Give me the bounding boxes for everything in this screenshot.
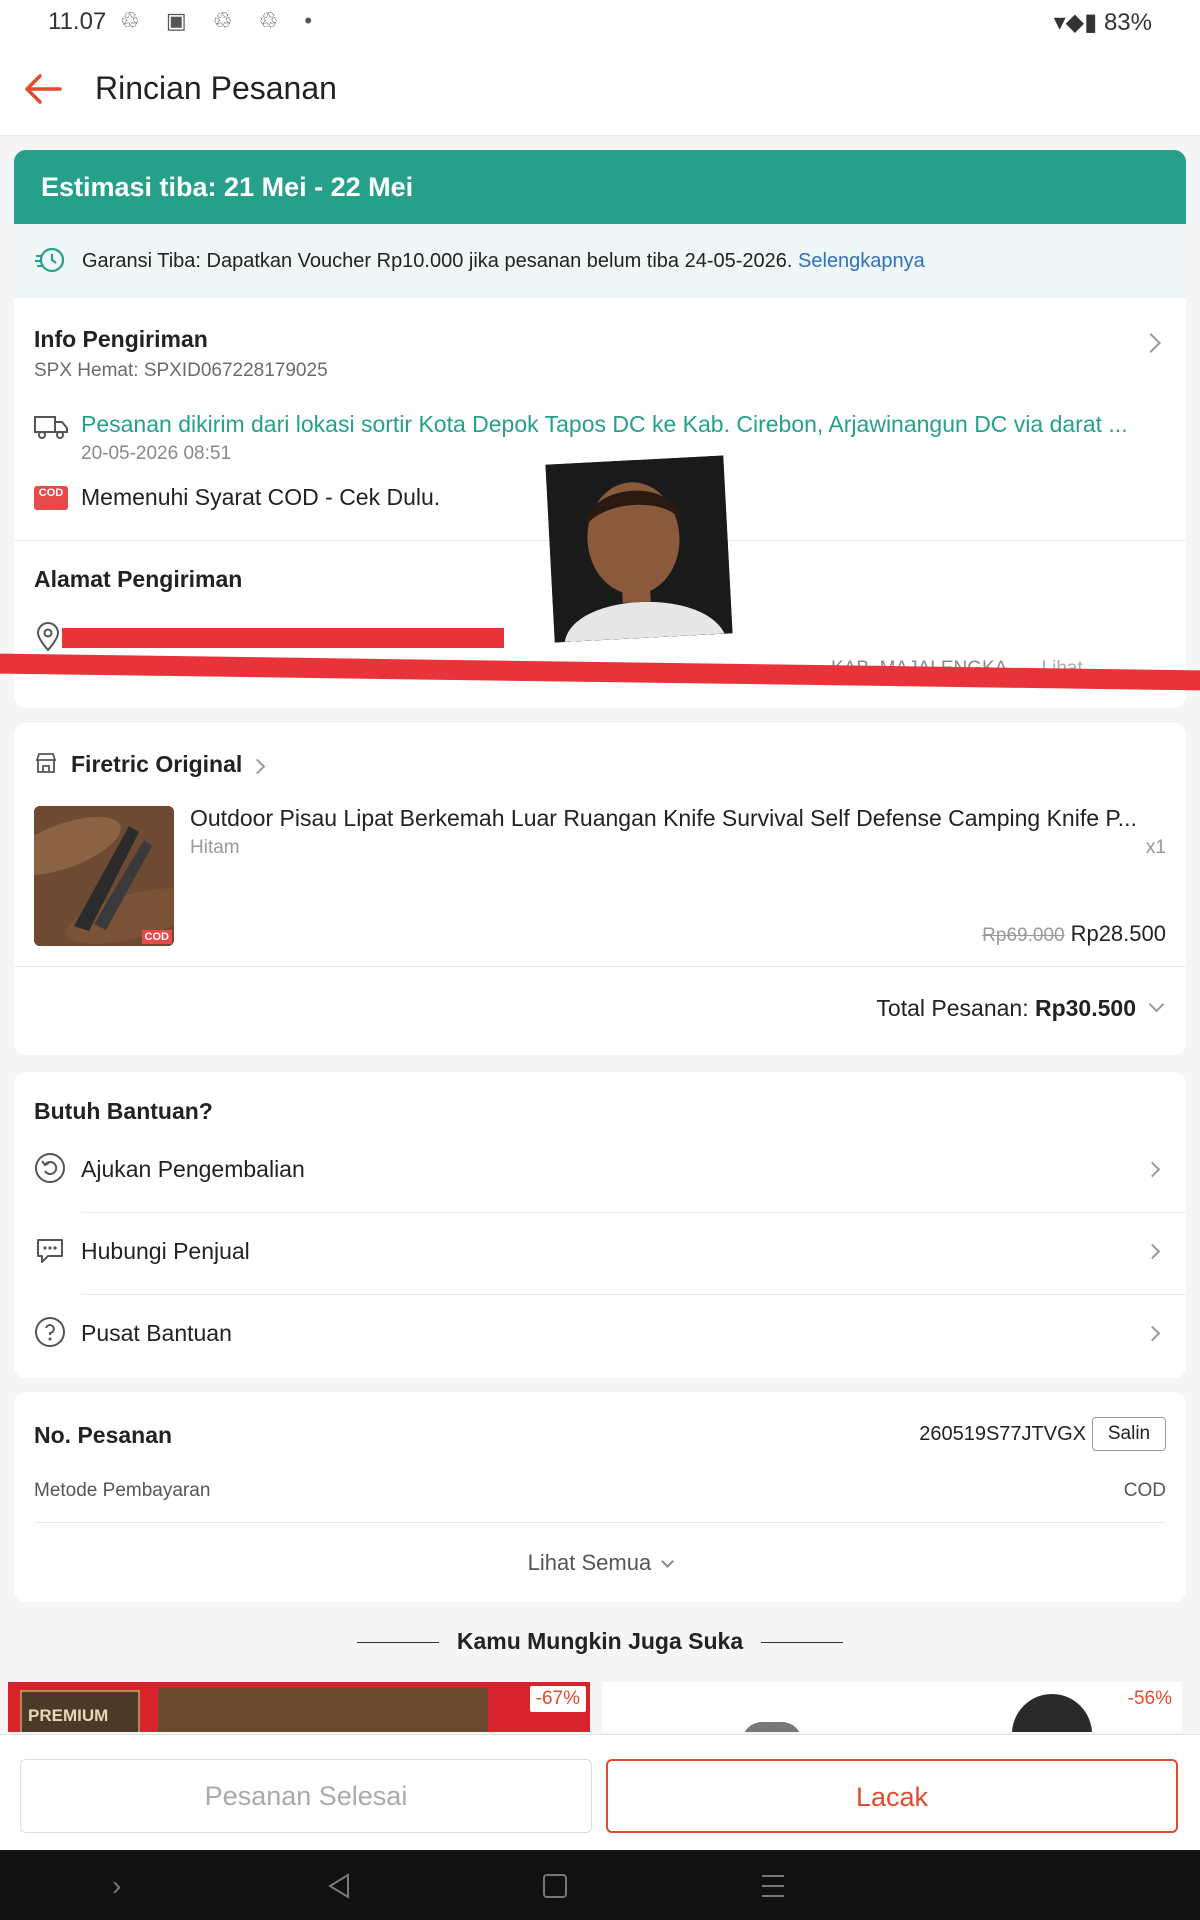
- see-all-button[interactable]: Lihat Semua: [14, 1550, 1186, 1576]
- chevron-right-icon[interactable]: ›: [112, 1870, 121, 1902]
- system-navigation-bar: ›: [0, 1850, 1200, 1920]
- question-icon: [35, 1317, 65, 1347]
- chevron-right-icon: [1144, 1161, 1161, 1178]
- menu-lines-icon[interactable]: [760, 1872, 786, 1900]
- address-title: Alamat Pengiriman: [34, 566, 243, 592]
- product-name[interactable]: Outdoor Pisau Lipat Berkemah Luar Ruanga…: [190, 805, 1170, 832]
- status-right: ▾◆▮ 83%: [1054, 8, 1152, 37]
- shipping-status[interactable]: Pesanan dikirim dari lokasi sortir Kota …: [81, 411, 1171, 438]
- help-item-label: Pusat Bantuan: [81, 1320, 232, 1346]
- divider: [761, 1642, 844, 1644]
- product-price: Rp69.000 Rp28.500: [982, 921, 1166, 947]
- discount-badge: -67%: [529, 1686, 586, 1712]
- location-pin-icon: [36, 622, 60, 652]
- product-image[interactable]: COD: [34, 806, 174, 946]
- order-info-card: No. Pesanan 260519S77JTVGX Salin Metode …: [14, 1392, 1186, 1602]
- order-number-label: No. Pesanan: [34, 1422, 173, 1448]
- original-price: Rp69.000: [982, 925, 1065, 946]
- product-variant: Hitam: [190, 837, 240, 858]
- divider: [34, 1522, 1166, 1523]
- premium-tag: PREMIUM: [20, 1690, 140, 1732]
- help-card: Butuh Bantuan? Ajukan Pengembalian Hubun…: [14, 1072, 1186, 1378]
- help-item-chat-seller[interactable]: Hubungi Penjual: [14, 1210, 1186, 1292]
- recommendation-title: Kamu Mungkin Juga Suka: [456, 1628, 744, 1654]
- sale-price: Rp28.500: [1070, 921, 1166, 946]
- recommended-product[interactable]: PREMIUM -67%: [8, 1682, 590, 1732]
- track-button[interactable]: Lacak: [606, 1759, 1178, 1833]
- see-all-label: Lihat Semua: [527, 1550, 652, 1575]
- chevron-right-icon: [1144, 1325, 1161, 1342]
- help-item-label: Hubungi Penjual: [81, 1238, 250, 1264]
- knife-product-icon: [34, 806, 174, 946]
- shop-name[interactable]: Firetric Original: [71, 751, 242, 778]
- product-thumbnail: [158, 1688, 488, 1732]
- payment-method-label: Metode Pembayaran: [34, 1480, 211, 1501]
- clock-guarantee-icon: [35, 247, 65, 273]
- product-thumbnail: [1012, 1694, 1092, 1732]
- chat-icon: [37, 1239, 63, 1263]
- bottom-action-bar: Pesanan Selesai Lacak: [0, 1734, 1200, 1850]
- face-photo-icon: [545, 455, 733, 643]
- overlay-photo-sticker: [545, 455, 733, 643]
- order-number: 260519S77JTVGX: [919, 1423, 1086, 1445]
- arrival-guarantee: Garansi Tiba: Dapatkan Voucher Rp10.000 …: [14, 224, 1186, 298]
- order-total-label: Total Pesanan:: [876, 995, 1029, 1021]
- shipping-info-title[interactable]: Info Pengiriman: [34, 326, 208, 353]
- truck-icon: [34, 416, 68, 439]
- back-arrow-icon[interactable]: [20, 66, 66, 112]
- copy-button[interactable]: Salin: [1092, 1417, 1166, 1451]
- notification-icons: ♲ ▣ ♲ ♲ •: [120, 8, 323, 33]
- recommendation-header: Kamu Mungkin Juga Suka: [0, 1628, 1200, 1655]
- estimated-arrival-banner: Estimasi tiba: 21 Mei - 22 Mei: [14, 150, 1186, 224]
- status-bar: 11.07 ♲ ▣ ♲ ♲ • ▾◆▮ 83%: [0, 0, 1200, 44]
- help-title: Butuh Bantuan?: [34, 1098, 213, 1124]
- divider: [356, 1642, 439, 1644]
- product-quantity: x1: [1145, 837, 1166, 858]
- divider: [14, 966, 1186, 967]
- recommended-product[interactable]: -56%: [602, 1682, 1182, 1732]
- payment-method-value: COD: [1123, 1480, 1166, 1501]
- order-total-value: Rp30.500: [1034, 995, 1136, 1021]
- discount-badge: -56%: [1121, 1686, 1178, 1712]
- store-icon: [35, 753, 57, 773]
- chevron-right-icon[interactable]: [1141, 333, 1161, 353]
- order-total[interactable]: Total Pesanan: Rp30.500: [876, 995, 1136, 1022]
- tracking-code: SPX Hemat: SPXID067228179025: [34, 360, 328, 381]
- cod-eligibility: Memenuhi Syarat COD - Cek Dulu.: [81, 484, 441, 510]
- product-thumbnail: [742, 1722, 802, 1732]
- help-item-label: Ajukan Pengembalian: [81, 1156, 305, 1182]
- chevron-right-icon: [1144, 1243, 1161, 1260]
- app-bar: Rincian Pesanan: [0, 44, 1200, 136]
- status-time: 11.07: [48, 8, 107, 35]
- signal-icon: ▾◆▮: [1053, 9, 1104, 36]
- guarantee-more-link[interactable]: Selengkapnya: [798, 250, 925, 272]
- battery-level: 83%: [1103, 9, 1152, 36]
- shipping-timestamp: 20-05-2026 08:51: [81, 443, 232, 464]
- chevron-down-icon[interactable]: [1148, 996, 1165, 1013]
- return-icon: [35, 1153, 65, 1183]
- cod-badge-icon: COD: [34, 486, 68, 510]
- chevron-down-icon: [661, 1555, 675, 1568]
- help-item-help-center[interactable]: Pusat Bantuan: [14, 1292, 1186, 1374]
- redaction-mark: [62, 628, 504, 648]
- home-square-icon[interactable]: [542, 1872, 568, 1900]
- cod-badge-icon: COD: [141, 930, 172, 944]
- back-triangle-icon[interactable]: [326, 1872, 352, 1900]
- guarantee-text: Garansi Tiba: Dapatkan Voucher Rp10.000 …: [82, 250, 793, 272]
- help-item-return[interactable]: Ajukan Pengembalian: [14, 1128, 1186, 1210]
- shop-product-card: Firetric Original COD Outdoor Pisau Lipa…: [14, 723, 1186, 1055]
- order-complete-button[interactable]: Pesanan Selesai: [20, 1759, 592, 1833]
- page-title: Rincian Pesanan: [95, 70, 337, 106]
- chevron-right-icon[interactable]: [249, 758, 266, 775]
